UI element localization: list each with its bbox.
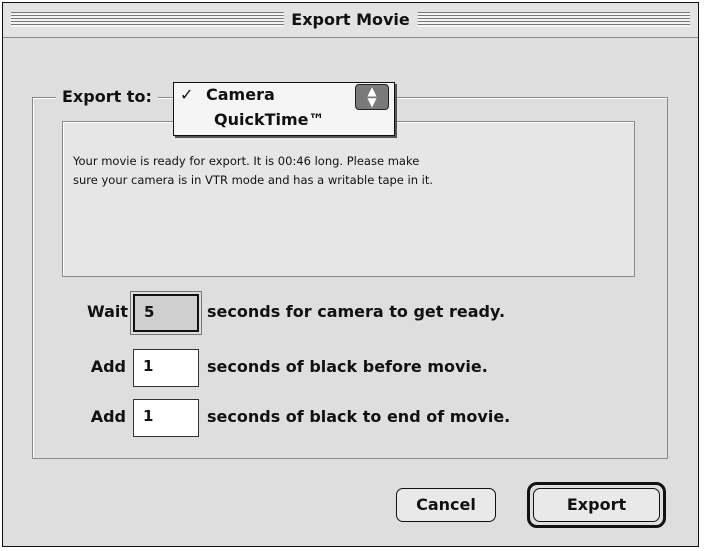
export-message: Your movie is ready for export. It is 00… (73, 154, 434, 187)
export-button[interactable]: Export (533, 488, 660, 522)
title-bar[interactable]: Export Movie (3, 3, 698, 38)
dialog-title: Export Movie (283, 8, 418, 32)
menu-item-label: Camera (206, 85, 275, 104)
add-after-label: Add (90, 407, 126, 426)
wait-seconds-field[interactable]: 5 (133, 294, 199, 332)
add-before-label: Add (90, 357, 126, 376)
checkmark-icon: ✓ (180, 85, 194, 104)
up-down-arrows-icon[interactable]: ▲ ▼ (355, 84, 389, 110)
message-panel: Your movie is ready for export. It is 00… (62, 121, 635, 277)
black-after-seconds-field[interactable]: 1 (133, 399, 199, 437)
export-to-label: Export to: (56, 85, 158, 109)
menu-item-quicktime[interactable]: QuickTime™ (214, 109, 325, 131)
black-before-description: seconds of black before movie. (207, 357, 488, 376)
wait-description: seconds for camera to get ready. (207, 302, 506, 321)
cancel-button[interactable]: Cancel (396, 488, 496, 522)
menu-item-camera[interactable]: ✓ Camera (180, 84, 275, 106)
black-before-seconds-field[interactable]: 1 (133, 349, 199, 387)
wait-label: Wait (86, 302, 128, 321)
black-after-description: seconds of black to end of movie. (207, 407, 511, 426)
menu-item-label: QuickTime™ (214, 110, 325, 129)
